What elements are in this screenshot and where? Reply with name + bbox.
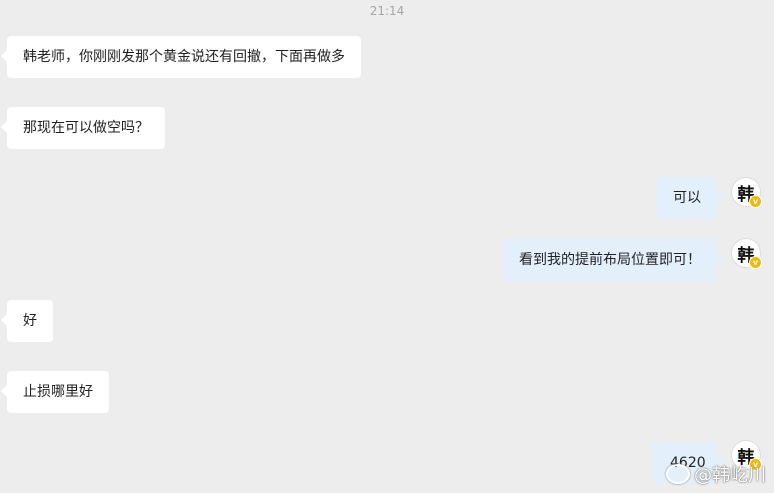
message-text: 看到我的提前布局位置即可！ [519, 252, 701, 268]
message-bubble-outgoing[interactable]: 看到我的提前布局位置即可！ [503, 239, 723, 281]
verified-badge-icon: v [749, 256, 762, 269]
message-text: 可以 [673, 190, 701, 206]
weibo-icon [666, 464, 690, 484]
message-timestamp: 21:14 [369, 4, 405, 18]
message-bubble-outgoing[interactable]: 可以 [657, 177, 723, 219]
avatar[interactable]: 韩 v [731, 238, 762, 269]
verified-badge-icon: v [749, 195, 762, 208]
message-text: 止损哪里好 [23, 384, 93, 400]
avatar[interactable]: 韩 v [731, 177, 762, 208]
message-text: 那现在可以做空吗？ [23, 120, 149, 136]
message-bubble-incoming[interactable]: 韩老师，你刚刚发那个黄金说还有回撤，下面再做多 [1, 36, 361, 78]
watermark: @韩屹川 [666, 461, 766, 487]
message-text: 韩老师，你刚刚发那个黄金说还有回撤，下面再做多 [23, 49, 345, 65]
message-text: 好 [23, 313, 37, 329]
watermark-text: @韩屹川 [694, 465, 766, 486]
message-bubble-incoming[interactable]: 好 [1, 300, 53, 342]
message-bubble-incoming[interactable]: 止损哪里好 [1, 371, 109, 413]
message-bubble-incoming[interactable]: 那现在可以做空吗？ [1, 107, 165, 149]
